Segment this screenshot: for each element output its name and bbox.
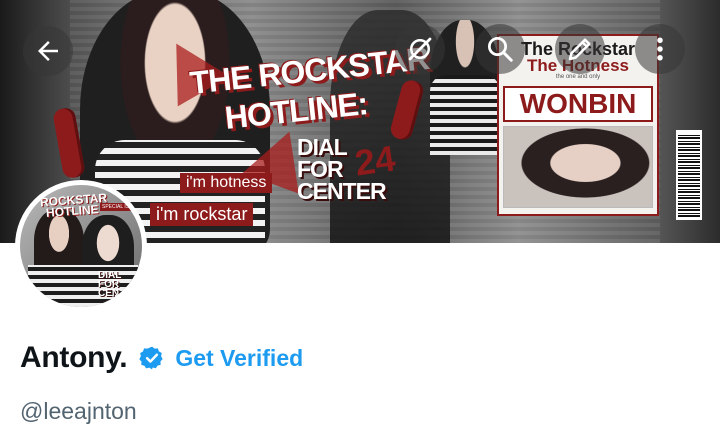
avatar-badge: SPECIAL ISSUE — [100, 203, 142, 211]
more-options-button[interactable] — [635, 24, 685, 74]
arrow-left-icon — [38, 41, 58, 61]
back-button[interactable] — [23, 26, 73, 76]
banner-striped-shirt-small — [430, 75, 500, 155]
avatar-frame[interactable]: ROCKSTAR HOTLINE SPECIAL ISSUE DIAL FOR … — [15, 180, 147, 312]
profile-handle: @leeajnton — [20, 398, 137, 424]
banner-tag-hotness: i'm hotness — [180, 173, 273, 193]
banner-number: 24 — [352, 137, 398, 184]
magazine-subtitle: the one and only — [555, 74, 601, 80]
bell-slash-icon — [408, 37, 432, 61]
avatar[interactable]: ROCKSTAR HOTLINE SPECIAL ISSUE DIAL FOR … — [20, 185, 142, 307]
get-verified-link[interactable]: Get Verified — [175, 345, 303, 372]
display-name: Antony. — [20, 341, 128, 374]
magazine-photo — [503, 126, 653, 208]
pencil-icon — [568, 38, 591, 61]
dial-word: CENTER — [297, 178, 387, 204]
search-icon — [488, 37, 513, 62]
edit-profile-button[interactable] — [555, 24, 605, 74]
notifications-toggle-button[interactable] — [395, 24, 445, 74]
search-button[interactable] — [475, 24, 525, 74]
verified-check-icon[interactable] — [139, 345, 165, 371]
profile-name-row: Antony. Get Verified — [20, 338, 303, 378]
more-vertical-icon — [657, 37, 663, 61]
avatar-title-line2: HOTLINE — [45, 202, 100, 220]
avatar-striped-shirt — [28, 265, 138, 307]
avatar-dial-text: DIAL FOR CEN — [98, 271, 121, 299]
magazine-name: WONBIN — [503, 86, 653, 122]
barcode-graphic — [676, 130, 702, 220]
avatar-dial-word: CEN — [98, 288, 120, 299]
banner-tag-rockstar: i'm rockstar — [150, 203, 254, 226]
